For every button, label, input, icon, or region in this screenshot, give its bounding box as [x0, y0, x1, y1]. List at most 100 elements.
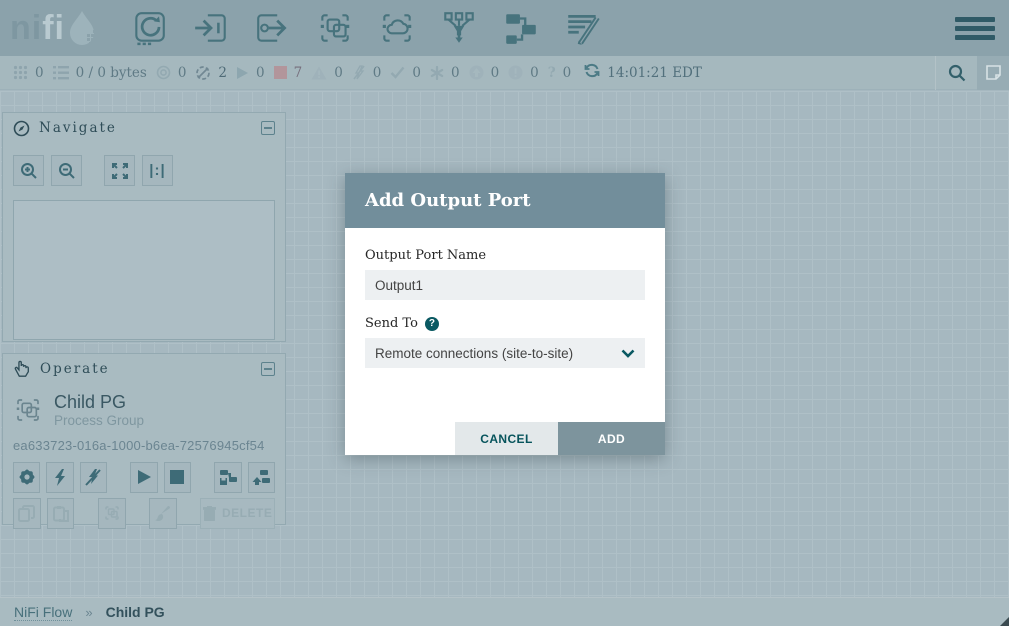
play-icon [137, 469, 152, 485]
navigate-panel: Navigate |:| [2, 112, 286, 342]
template-icon[interactable] [501, 8, 541, 48]
trash-icon [203, 506, 216, 521]
operate-collapse-button[interactable] [261, 362, 275, 376]
process-group-badge-icon [13, 395, 43, 425]
selected-component-type: Process Group [54, 413, 144, 428]
process-group-icon[interactable] [315, 8, 355, 48]
navigate-collapse-button[interactable] [261, 121, 275, 135]
output-port-name-input[interactable] [365, 270, 645, 300]
breadcrumb-separator: » [85, 605, 92, 620]
search-icon [948, 64, 966, 82]
selected-component-id: ea633723-016a-1000-b6ea-72576945cf54 [3, 430, 285, 457]
not-transmitting-status: 2 [195, 65, 227, 81]
nifi-logo-text-ni: ni [10, 9, 42, 48]
change-color-button [149, 498, 177, 529]
stale-arrow-icon [469, 65, 484, 80]
copy-icon [18, 505, 35, 522]
search-button[interactable] [935, 56, 977, 90]
bulletin-note-button[interactable] [977, 56, 1009, 90]
locally-modified-status: 0 [430, 65, 460, 81]
bolt-slash-icon [85, 469, 102, 486]
global-menu-button[interactable] [955, 10, 995, 46]
output-port-icon[interactable] [253, 8, 293, 48]
running-status: 0 [236, 65, 265, 81]
running-play-icon [236, 66, 249, 80]
resize-corner [1000, 617, 1009, 626]
queued-list-icon [53, 66, 69, 80]
active-threads-status: 0 [13, 65, 44, 81]
birdseye-view[interactable] [13, 200, 275, 340]
stop-button[interactable] [164, 462, 191, 493]
disabled-bolt-icon [352, 65, 366, 80]
app-header: nifi [0, 0, 1009, 56]
navigate-panel-title: Navigate [39, 120, 261, 136]
copy-button [13, 498, 41, 529]
paint-brush-icon [154, 505, 171, 522]
processor-icon[interactable] [129, 8, 169, 48]
not-transmitting-icon [195, 65, 211, 81]
save-flow-version-button[interactable] [214, 462, 241, 493]
stale-status: 0 [469, 65, 500, 81]
breadcrumb-root-link[interactable]: NiFi Flow [14, 604, 72, 621]
queued-status: 0 / 0 bytes [53, 65, 147, 81]
group-button [98, 498, 126, 529]
cancel-button[interactable]: CANCEL [455, 422, 558, 455]
locally-modified-asterisk-icon [430, 66, 444, 80]
send-to-dropdown[interactable]: Remote connections (site-to-site) [365, 338, 645, 368]
disable-button[interactable] [80, 462, 107, 493]
flow-upload-icon [252, 469, 271, 486]
threads-grid-icon [13, 65, 28, 80]
compass-icon [13, 120, 30, 137]
invalid-status: 0 [311, 65, 343, 81]
transmitting-status: 0 [156, 65, 187, 81]
stop-icon [170, 470, 184, 484]
add-output-port-dialog: Add Output Port Output Port Name Send To… [345, 173, 665, 455]
sync-failure-status: ? 0 [548, 65, 572, 81]
label-icon[interactable] [563, 8, 603, 48]
upload-flow-button[interactable] [248, 462, 275, 493]
disabled-status: 0 [352, 65, 382, 81]
paste-button [47, 498, 75, 529]
zoom-fit-button[interactable] [104, 155, 135, 186]
selected-component-name: Child PG [54, 392, 144, 413]
start-button[interactable] [130, 462, 157, 493]
remote-process-group-icon[interactable] [377, 8, 417, 48]
nifi-logo-text-fi: fi [42, 9, 65, 48]
component-toolbar [129, 8, 603, 48]
paste-icon [52, 505, 69, 522]
nifi-logo: nifi [10, 8, 115, 48]
input-port-icon[interactable] [191, 8, 231, 48]
modified-stale-exclamation-icon [508, 65, 523, 80]
chevron-down-icon [621, 349, 635, 358]
hand-pointer-icon [13, 360, 31, 378]
dialog-title: Add Output Port [365, 190, 531, 211]
locally-modified-stale-status: 0 [508, 65, 539, 81]
breadcrumb: NiFi Flow » Child PG [0, 597, 1009, 626]
zoom-out-button[interactable] [51, 155, 82, 186]
sync-failure-question-icon: ? [548, 65, 556, 81]
transmitting-ring-icon [156, 65, 171, 80]
group-icon [103, 504, 121, 522]
up-to-date-status: 0 [390, 65, 421, 81]
flow-status-bar: 0 0 / 0 bytes 0 [0, 56, 1009, 90]
refresh-icon[interactable] [584, 63, 600, 83]
nifi-drop-icon [65, 8, 99, 48]
enable-button[interactable] [46, 462, 73, 493]
breadcrumb-current: Child PG [106, 604, 165, 620]
stopped-square-icon [274, 66, 287, 79]
sticky-note-icon [985, 64, 1002, 81]
flow-save-icon [219, 469, 238, 486]
up-to-date-check-icon [390, 66, 405, 79]
help-icon[interactable]: ? [425, 317, 439, 331]
zoom-in-button[interactable] [13, 155, 44, 186]
zoom-actual-size-button[interactable]: |:| [142, 155, 173, 186]
invalid-triangle-icon [311, 66, 327, 80]
last-refreshed: 14:01:21 EDT [584, 63, 702, 83]
configure-button[interactable] [13, 462, 40, 493]
operate-panel-title: Operate [40, 361, 261, 377]
add-button[interactable]: ADD [558, 422, 665, 455]
gear-icon [18, 468, 36, 486]
funnel-icon[interactable] [439, 8, 479, 48]
stopped-status: 7 [274, 65, 303, 81]
delete-button: DELETE [200, 498, 275, 529]
